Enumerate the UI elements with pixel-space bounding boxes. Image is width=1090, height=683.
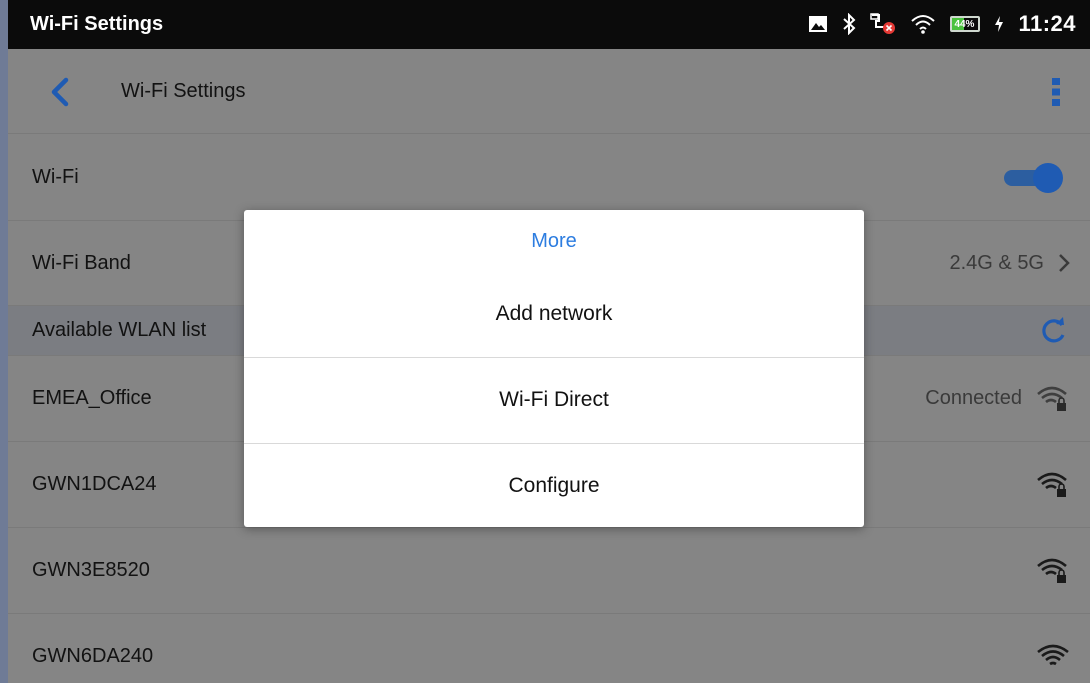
status-bar: Wi-Fi Settings 44% 11:24: [8, 0, 1090, 49]
toolbar: Wi-Fi Settings: [8, 49, 1090, 134]
dialog-title: More: [531, 230, 577, 252]
network-row[interactable]: GWN6DA240: [8, 614, 1090, 683]
wifi-signal-icon: [1037, 644, 1069, 665]
chevron-left-icon: [51, 77, 69, 107]
wifi-lock-icon: [1037, 386, 1067, 411]
network-ssid: EMEA_Office: [32, 387, 152, 409]
ethernet-error-icon: [870, 13, 896, 35]
network-status: Connected: [925, 387, 1022, 409]
wifi-toggle[interactable]: [1002, 162, 1066, 194]
charging-icon: [994, 15, 1004, 33]
wifi-icon: [910, 13, 936, 35]
network-ssid: GWN6DA240: [32, 645, 154, 667]
refresh-button[interactable]: [1038, 316, 1068, 351]
chevron-right-icon: [1059, 254, 1070, 272]
more-vertical-icon: [1052, 78, 1060, 106]
wlan-list-header: Available WLAN list: [32, 319, 207, 341]
wifi-lock-icon: [1037, 472, 1067, 497]
network-ssid: GWN3E8520: [32, 559, 150, 581]
back-button[interactable]: [48, 77, 78, 107]
status-clock: 11:24: [1018, 11, 1076, 36]
wifi-direct-option[interactable]: Wi-Fi Direct: [244, 357, 864, 444]
screen: Wi-Fi Settings 44% 11:24 Wi-Fi Settings …: [8, 0, 1090, 683]
network-ssid: GWN1DCA24: [32, 473, 157, 495]
toolbar-title: Wi-Fi Settings: [121, 79, 246, 102]
refresh-icon: [1042, 317, 1065, 343]
battery-icon: 44%: [950, 16, 981, 32]
bluetooth-icon: [842, 13, 856, 35]
status-icons: 44% 11:24: [808, 9, 1076, 39]
wifi-toggle-row[interactable]: Wi-Fi: [8, 134, 1090, 221]
more-dialog: More Add network Wi-Fi Direct Configure: [244, 210, 864, 527]
configure-option[interactable]: Configure: [244, 443, 864, 529]
wifi-band-label: Wi-Fi Band: [32, 251, 131, 274]
wifi-band-value: 2.4G & 5G: [949, 251, 1045, 274]
status-bar-title: Wi-Fi Settings: [30, 13, 164, 35]
wifi-label: Wi-Fi: [32, 165, 79, 188]
battery-percent: 44%: [954, 18, 975, 30]
network-row[interactable]: GWN3E8520: [8, 528, 1090, 614]
wifi-lock-icon: [1037, 558, 1067, 583]
add-network-option[interactable]: Add network: [244, 271, 864, 358]
image-icon: [808, 15, 828, 33]
more-options-button[interactable]: [1050, 76, 1066, 108]
